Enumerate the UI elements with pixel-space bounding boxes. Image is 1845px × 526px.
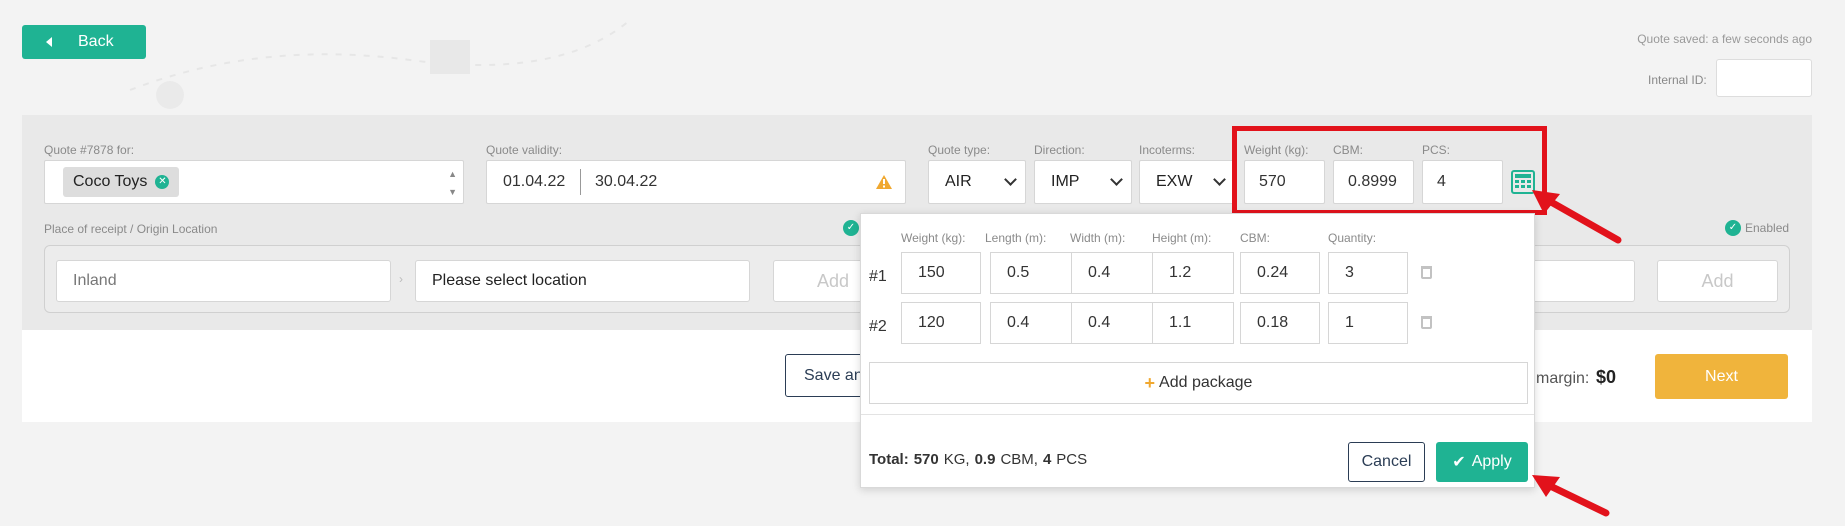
row-index: #1 (869, 268, 887, 285)
total-cbm-unit: CBM, (1000, 451, 1038, 468)
row-width-input[interactable]: 0.4 (1071, 252, 1153, 294)
warning-icon (876, 175, 892, 189)
trash-icon[interactable] (1421, 266, 1432, 279)
divider (861, 414, 1534, 415)
add-button-right[interactable]: Add (1657, 260, 1778, 302)
chevron-down-icon (1004, 173, 1017, 186)
internal-id-label: Internal ID: (1648, 73, 1707, 87)
customer-field[interactable]: Coco Toys ✕ ▲ ▼ (44, 160, 464, 204)
direction-label: Direction: (1034, 143, 1085, 157)
origin-label: Place of receipt / Origin Location (44, 222, 218, 236)
trash-icon[interactable] (1421, 316, 1432, 329)
next-button[interactable]: Next (1655, 354, 1788, 399)
row-length-input[interactable]: 0.4 (990, 302, 1072, 344)
inland-input[interactable]: Inland (56, 260, 391, 302)
quote-type-label: Quote type: (928, 143, 991, 157)
red-arrow-icon (1532, 190, 1622, 244)
quote-type-select[interactable]: AIR (928, 160, 1026, 204)
col-cbm-label: CBM: (1240, 231, 1270, 245)
apply-button[interactable]: ✔ Apply (1436, 442, 1528, 482)
col-length-label: Length (m): (985, 231, 1047, 245)
quote-type-value: AIR (945, 173, 972, 190)
incoterms-value: EXW (1156, 173, 1193, 190)
row-index: #2 (869, 318, 887, 335)
remove-chip-icon[interactable]: ✕ (155, 175, 170, 189)
total-kg: 570 (913, 451, 939, 468)
add-package-button[interactable]: + Add package (869, 362, 1528, 404)
customer-chip: Coco Toys ✕ (63, 167, 180, 197)
row-height-input[interactable]: 1.1 (1152, 302, 1234, 344)
quote-for-label: Quote #7878 for: (44, 143, 135, 157)
package-calculator-popup: Weight (kg): Length (m): Width (m): Heig… (860, 213, 1535, 488)
direction-select[interactable]: IMP (1034, 160, 1132, 204)
location-select[interactable]: Please select location (415, 260, 750, 302)
row-cbm-input[interactable]: 0.24 (1240, 252, 1320, 294)
incoterms-label: Incoterms: (1139, 143, 1196, 157)
margin-value: $0 (1596, 367, 1617, 387)
add-package-label: Add package (1159, 374, 1253, 391)
row-width-input[interactable]: 0.4 (1071, 302, 1153, 344)
validity-to: 30.04.22 (595, 173, 658, 190)
total-summary: Total: 570 KG, 0.9 CBM, 4 PCS (869, 451, 1087, 468)
check-icon: ✔ (1452, 454, 1466, 471)
col-quantity-label: Quantity: (1328, 231, 1377, 245)
row-cbm-input[interactable]: 0.18 (1240, 302, 1320, 344)
row-height-input[interactable]: 1.2 (1152, 252, 1234, 294)
cancel-button[interactable]: Cancel (1348, 442, 1425, 482)
red-arrow-icon (1532, 475, 1610, 517)
enabled-label: Enabled (1745, 221, 1790, 235)
row-quantity-input[interactable]: 3 (1328, 252, 1408, 294)
check-icon: ✓ (843, 220, 859, 236)
row-quantity-input[interactable]: 1 (1328, 302, 1408, 344)
background-decoration (129, 19, 630, 109)
back-button-label: Back (78, 33, 114, 50)
total-cbm: 0.9 (974, 451, 996, 468)
highlight-box (1232, 126, 1547, 215)
row-length-input[interactable]: 0.5 (990, 252, 1072, 294)
col-height-label: Height (m): (1152, 231, 1212, 245)
margin-label: margin: (1536, 370, 1590, 387)
row-weight-input[interactable]: 150 (901, 252, 981, 294)
caret-left-icon (46, 37, 52, 47)
direction-value: IMP (1051, 173, 1080, 190)
total-pcs-unit: PCS (1056, 451, 1088, 468)
col-width-label: Width (m): (1070, 231, 1126, 245)
back-button[interactable]: Back (22, 25, 146, 59)
quote-validity-label: Quote validity: (486, 143, 563, 157)
chevron-down-icon (1213, 173, 1226, 186)
total-pcs: 4 (1042, 451, 1052, 468)
col-weight-label: Weight (kg): (901, 231, 966, 245)
save-status: Quote saved: a few seconds ago (1637, 32, 1812, 46)
total-prefix: Total: (869, 451, 909, 468)
validity-field[interactable]: 01.04.22 30.04.22 (486, 160, 906, 204)
apply-label: Apply (1471, 453, 1512, 470)
enabled-check-icon: ✓ (1725, 220, 1741, 236)
chevron-down-icon (1110, 173, 1123, 186)
internal-id-input[interactable] (1716, 59, 1812, 97)
separator-chevron-icon: › (399, 272, 403, 286)
incoterms-select[interactable]: EXW (1139, 160, 1235, 204)
scroll-arrows-icon[interactable]: ▲ ▼ (448, 165, 457, 201)
customer-chip-label: Coco Toys (73, 173, 148, 190)
row-weight-input[interactable]: 120 (901, 302, 981, 344)
total-kg-unit: KG, (943, 451, 970, 468)
validity-from: 01.04.22 (503, 173, 566, 190)
plus-icon: + (1144, 372, 1156, 393)
